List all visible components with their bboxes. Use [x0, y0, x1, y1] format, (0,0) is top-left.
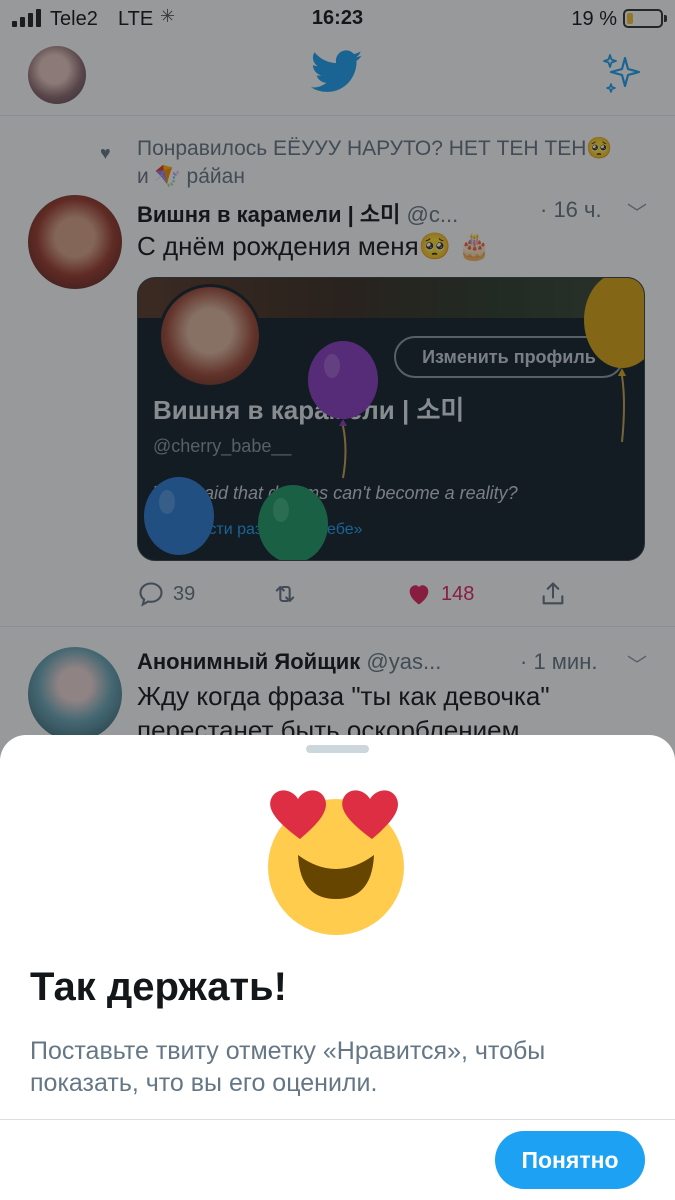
sheet-title: Так держать! — [30, 965, 287, 1009]
sheet-description: Поставьте твиту отметку «Нравится», чтоб… — [30, 1037, 546, 1097]
bottom-sheet: Так держать! Поставьте твиту отметку «Нр… — [0, 735, 675, 1200]
sheet-grabber-handle[interactable] — [306, 745, 369, 753]
got-it-button[interactable]: Понятно — [495, 1131, 645, 1189]
divider — [0, 1119, 675, 1120]
heart-eyes-emoji-icon — [268, 790, 404, 935]
